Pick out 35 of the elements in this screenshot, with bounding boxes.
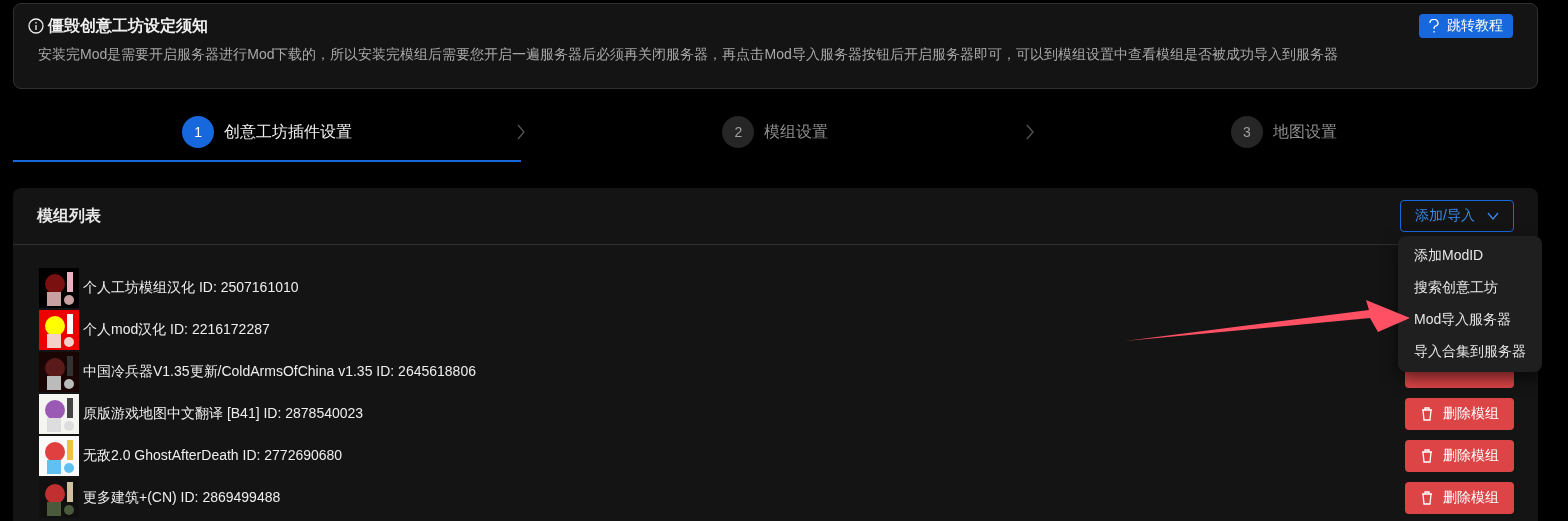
mod-name: 原版游戏地图中文翻译 [B41] ID: 2878540023 bbox=[83, 405, 364, 423]
add-import-button[interactable]: 添加/导入 bbox=[1400, 200, 1514, 232]
delete-button[interactable]: 删除模组 bbox=[1405, 398, 1514, 430]
notice-title: 僵毁创意工坊设定须知 bbox=[48, 15, 208, 36]
step-tab[interactable]: 2 模组设置 bbox=[521, 106, 1030, 162]
menu-item[interactable]: Mod导入服务器 bbox=[1402, 304, 1538, 336]
mod-name: 个人mod汉化 ID: 2216172287 bbox=[83, 321, 270, 339]
step-label: 模组设置 bbox=[764, 121, 829, 142]
card-title: 模组列表 bbox=[37, 205, 101, 226]
menu-item[interactable]: 搜索创意工坊 bbox=[1402, 272, 1538, 304]
chevron-right-icon bbox=[1025, 124, 1034, 140]
info-icon bbox=[28, 18, 44, 34]
menu-item[interactable]: 导入合集到服务器 bbox=[1402, 336, 1538, 368]
mod-name: 无敌2.0 GhostAfterDeath ID: 2772690680 bbox=[83, 447, 343, 465]
mod-name: 中国冷兵器V1.35更新/ColdArmsOfChina v1.35 ID: 2645618806 bbox=[83, 363, 476, 381]
notice-text: 安装完Mod是需要开启服务器进行Mod下载的，所以安装完模组后需要您开启一遍服务器后必须再关闭服务器，再点击Mod导入服务器按钮后开启服务器即可，可以到模组设置中查看模组是否被成功导入到服务器 bbox=[37, 46, 1339, 64]
delete-button[interactable]: 删除模组 bbox=[1405, 482, 1514, 514]
question-icon bbox=[1429, 19, 1439, 33]
step-label: 创意工坊插件设置 bbox=[224, 121, 353, 142]
delete-button[interactable]: 删除模组 bbox=[1405, 440, 1514, 472]
chevron-right-icon bbox=[517, 124, 526, 140]
step-tab[interactable]: 1 创意工坊插件设置 bbox=[13, 106, 522, 162]
menu-item[interactable]: 添加ModID bbox=[1402, 240, 1538, 272]
mod-name: 更多建筑+(CN) ID: 2869499488 bbox=[83, 489, 281, 507]
tutorial-button[interactable]: 跳转教程 bbox=[1419, 14, 1513, 38]
step-number: 3 bbox=[1230, 116, 1263, 148]
trash-icon bbox=[1420, 449, 1433, 463]
step-tab[interactable]: 3 地图设置 bbox=[1029, 106, 1538, 162]
trash-icon bbox=[1420, 491, 1433, 505]
step-number: 2 bbox=[722, 116, 755, 148]
mod-name: 个人工坊模组汉化 ID: 2507161010 bbox=[83, 279, 299, 297]
step-label: 地图设置 bbox=[1272, 121, 1337, 142]
chevron-down-icon bbox=[1487, 212, 1499, 220]
step-number: 1 bbox=[182, 116, 215, 148]
trash-icon bbox=[1420, 407, 1433, 421]
